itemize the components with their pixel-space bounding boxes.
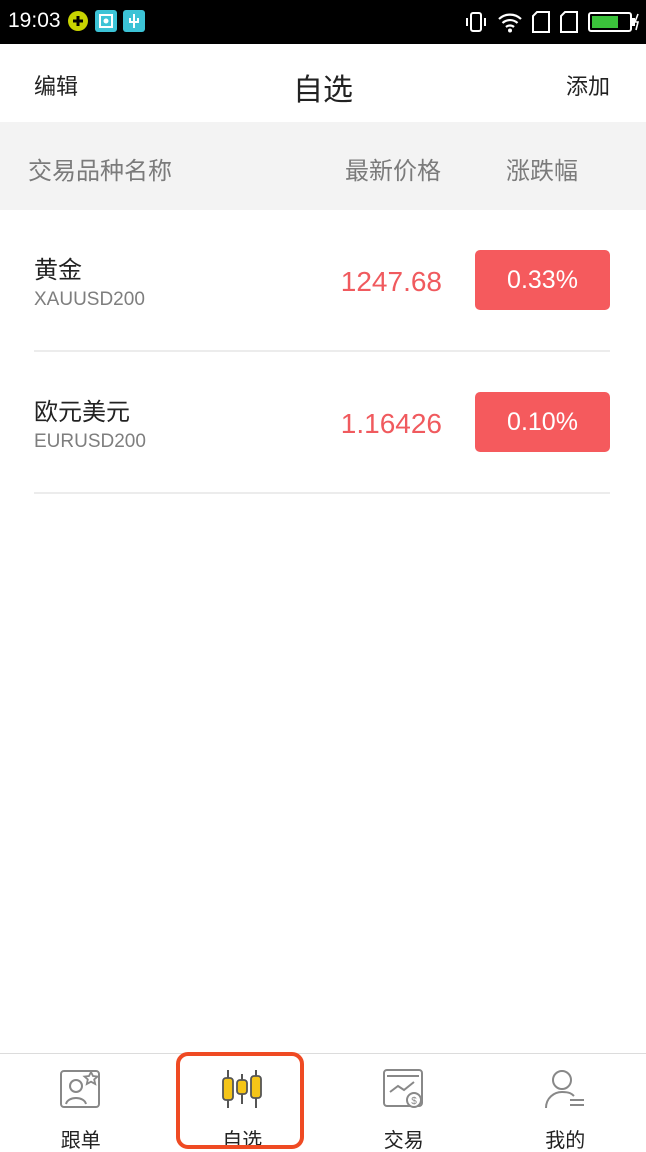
symbol-code: EURUSD200 <box>34 431 146 452</box>
change-badge[interactable]: 0.10% <box>475 392 610 452</box>
sim2-icon <box>560 11 578 33</box>
nav-label: 交易 <box>383 1128 424 1152</box>
table-header: 交易品种名称 最新价格 涨跌幅 <box>0 122 646 210</box>
candlestick-icon <box>222 1070 263 1108</box>
nav-label: 跟单 <box>60 1128 101 1152</box>
watchlist-row[interactable]: 欧元美元 EURUSD200 1.16426 0.10% <box>34 352 610 494</box>
nav-label: 我的 <box>545 1128 586 1152</box>
change-badge[interactable]: 0.33% <box>475 250 610 310</box>
profile-icon <box>545 1070 585 1109</box>
screenshot-icon <box>95 10 117 32</box>
nav-item-trade[interactable]: $ 交易 <box>323 1054 485 1152</box>
battery-icon <box>588 12 640 32</box>
symbol-name: 欧元美元 <box>34 398 130 426</box>
sim1-icon <box>532 11 550 33</box>
watchlist-row[interactable]: 黄金 XAUUSD200 1247.68 0.33% <box>34 210 610 352</box>
add-button[interactable]: 添加 <box>566 69 610 101</box>
nav-label: 自选 <box>222 1128 263 1152</box>
plus-circle-icon <box>68 11 88 31</box>
watchlist: 黄金 XAUUSD200 1247.68 0.33% 欧元美元 EURUSD20… <box>0 210 646 494</box>
nav-item-mine[interactable]: 我的 <box>485 1054 646 1152</box>
svg-text:$: $ <box>411 1096 417 1107</box>
vibrate-icon <box>466 12 486 32</box>
column-header-change: 涨跌幅 <box>506 157 578 185</box>
latest-price: 1247.68 <box>340 266 442 297</box>
nav-item-watchlist[interactable]: 自选 <box>162 1054 324 1152</box>
top-header: 编辑 自选 添加 <box>0 44 646 122</box>
status-time: 19:03 <box>8 9 61 32</box>
latest-price: 1.16426 <box>340 408 442 439</box>
follow-icon <box>59 1069 100 1108</box>
bottom-nav: 跟单 自选 $ 交易 我的 <box>0 1053 646 1152</box>
column-header-name: 交易品种名称 <box>28 157 172 185</box>
wifi-icon <box>498 13 522 33</box>
symbol-code: XAUUSD200 <box>34 289 145 310</box>
page-title: 自选 <box>293 73 353 108</box>
usb-icon <box>123 10 145 32</box>
status-bar: 19:03 <box>0 0 646 44</box>
nav-item-follow[interactable]: 跟单 <box>0 1054 162 1152</box>
column-header-price: 最新价格 <box>345 157 441 185</box>
symbol-name: 黄金 <box>34 256 82 284</box>
trade-icon: $ <box>382 1069 423 1108</box>
